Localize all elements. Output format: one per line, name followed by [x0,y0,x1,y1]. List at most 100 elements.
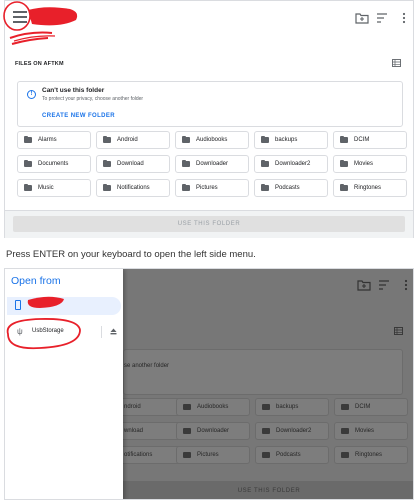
folder-tile[interactable]: Alarms [17,131,91,149]
folder-label: Pictures [197,452,219,458]
folder-tile: Audiobooks [176,398,250,416]
folder-tile[interactable]: Podcasts [254,179,328,197]
folder-icon [261,183,269,191]
folder-icon [340,135,348,143]
folder-icon [183,404,191,410]
folder-tile: backups [255,398,329,416]
grid-view-icon[interactable] [392,59,401,67]
folder-tile[interactable]: Android [96,131,170,149]
folder-label: Downloader2 [276,428,312,434]
warning-subtitle: se another folder [124,363,170,369]
bottom-bar: USE THIS FOLDER [5,210,413,238]
folder-icon [262,404,270,410]
folder-tile: Ringtones [334,446,408,464]
info-icon: ! [27,90,36,99]
folder-grid: Alarms Android Audiobooks backups DCIM D… [17,131,407,197]
new-folder-icon[interactable] [355,12,369,24]
folder-label: Movies [354,161,374,167]
instruction-caption: Press ENTER on your keyboard to open the… [6,249,256,260]
folder-icon [24,135,32,143]
folder-label: Notifications [117,185,150,191]
folder-tile[interactable]: DCIM [333,131,407,149]
folder-icon [340,183,348,191]
folder-icon [261,135,269,143]
menu-icon[interactable] [13,11,27,23]
warning-card: se another folder [123,349,403,395]
folder-icon [182,135,190,143]
folder-tile[interactable]: Download [96,155,170,173]
folder-tile[interactable]: Documents [17,155,91,173]
folder-icon [262,428,270,434]
folder-tile: Pictures [176,446,250,464]
drawer-item-internal-storage[interactable] [7,297,121,315]
folder-label: Audiobooks [197,404,229,410]
folder-tile[interactable]: Pictures [175,179,249,197]
use-this-folder-button[interactable]: USE THIS FOLDER [13,216,405,232]
second-screenshot: se another folder ndroid Audiobooks back… [4,268,414,500]
folder-tile[interactable]: Audiobooks [175,131,249,149]
use-this-folder-button: USE THIS FOLDER [123,481,413,499]
warning-card: ! Can't use this folder To protect your … [17,81,403,127]
folder-tile[interactable]: Music [17,179,91,197]
folder-label: Ringtones [354,185,382,191]
warning-subtitle: To protect your privacy, choose another … [42,96,144,102]
folder-label: wnload [124,428,144,434]
sort-icon [379,280,389,290]
top-app-bar [5,1,413,35]
folder-label: Downloader2 [275,161,311,167]
folder-icon [103,135,111,143]
folder-label: Ringtones [355,452,383,458]
folder-label: Alarms [38,137,57,143]
drawer-item-label: UsbStorage [32,328,64,334]
folder-label: backups [276,404,299,410]
folder-label: Documents [38,161,69,167]
new-folder-icon [357,280,371,291]
eject-icon[interactable] [110,328,117,335]
folder-label: Movies [355,428,375,434]
folder-tile: Downloader2 [255,422,329,440]
folder-icon [103,183,111,191]
dimmed-background[interactable]: se another folder ndroid Audiobooks back… [117,269,413,499]
drawer-item-usbstorage[interactable]: ψ UsbStorage [7,323,121,341]
usb-icon: ψ [17,327,23,336]
folder-icon [182,183,190,191]
folder-label: Android [117,137,138,143]
folder-icon [183,452,191,458]
folder-icon [183,428,191,434]
folder-tile: DCIM [334,398,408,416]
folder-icon [261,159,269,167]
folder-icon [340,159,348,167]
folder-label: ndroid [124,404,141,410]
folder-label: Downloader [196,161,229,167]
more-vert-icon [404,279,408,291]
sort-icon[interactable] [375,12,389,24]
folder-icon [24,159,32,167]
divider [101,326,102,338]
folder-tile[interactable]: Downloader2 [254,155,328,173]
folder-label: Music [38,185,54,191]
folder-label: backups [275,137,298,143]
folder-icon [262,452,270,458]
more-vert-icon[interactable] [401,12,407,24]
folder-icon [103,159,111,167]
drawer-title: Open from [11,275,61,287]
folder-icon [341,428,349,434]
side-drawer: Open from ψ UsbStorage [5,269,123,499]
folder-label: Audiobooks [196,137,228,143]
folder-label: Podcasts [276,452,301,458]
folder-tile[interactable]: backups [254,131,328,149]
folder-tile: Podcasts [255,446,329,464]
folder-tile[interactable]: Ringtones [333,179,407,197]
folder-tile[interactable]: Notifications [96,179,170,197]
folder-tile: Downloader [176,422,250,440]
folder-label: Download [117,161,144,167]
folder-tile[interactable]: Movies [333,155,407,173]
folder-label: otifications [124,452,153,458]
folder-label: DCIM [355,404,371,410]
folder-label: Downloader [197,428,230,434]
folder-label: DCIM [354,137,370,143]
folder-tile[interactable]: Downloader [175,155,249,173]
folder-icon [24,183,32,191]
create-new-folder-link[interactable]: CREATE NEW FOLDER [42,113,115,119]
folder-tile: Movies [334,422,408,440]
